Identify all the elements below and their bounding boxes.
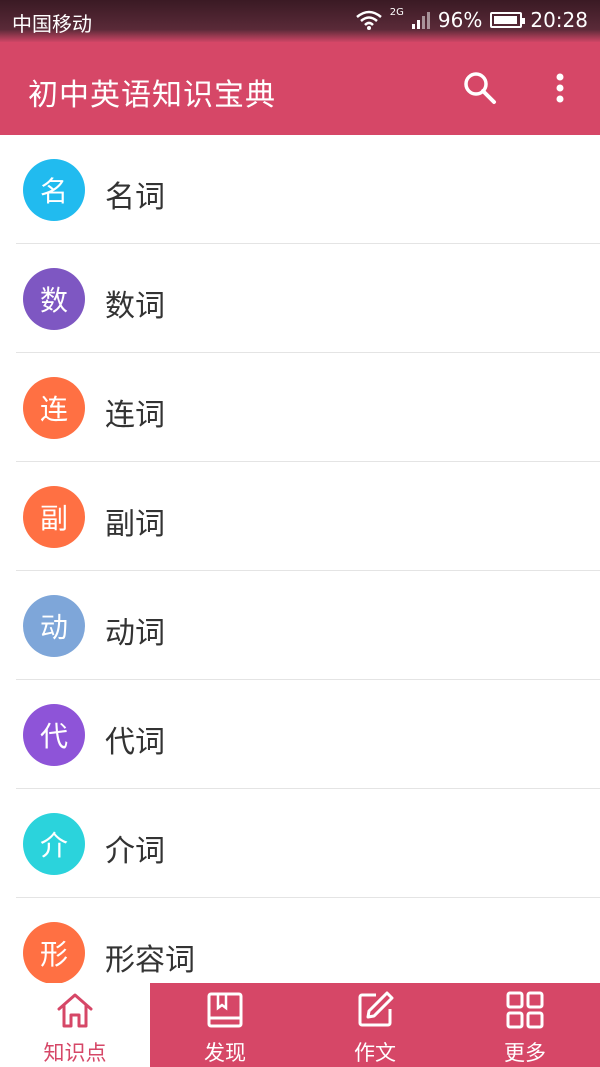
item-label: 介词 (105, 834, 165, 869)
item-badge: 介 (23, 813, 85, 875)
clock: 20:28 (530, 8, 588, 32)
grid-icon (506, 991, 544, 1029)
item-badge: 数 (23, 268, 85, 330)
item-label: 代词 (105, 725, 165, 760)
item-label: 动词 (105, 616, 165, 651)
list-item[interactable]: 连 连词 (0, 353, 600, 462)
search-icon[interactable] (462, 70, 498, 106)
category-list: 名 名词 数 数词 连 连词 副 副词 动 动词 代 代词 介 介词 形 形容词 (0, 135, 600, 983)
item-label: 形容词 (105, 943, 195, 978)
status-icons: 2G 96% 20:28 (355, 6, 588, 32)
tab-label: 作文 (354, 1041, 396, 1065)
wifi-icon (355, 10, 382, 30)
tab-label: 更多 (504, 1041, 546, 1065)
list-item[interactable]: 名 名词 (0, 135, 600, 244)
item-badge: 动 (23, 595, 85, 657)
item-label: 副词 (105, 507, 165, 542)
item-label: 连词 (105, 398, 165, 433)
tab-more[interactable]: 更多 (450, 983, 600, 1067)
carrier-name: 中国移动 (12, 12, 92, 36)
tab-discover[interactable]: 发现 (150, 983, 300, 1067)
list-item[interactable]: 代 代词 (0, 680, 600, 789)
app-bar: 初中英语知识宝典 (0, 42, 600, 135)
item-label: 数词 (105, 289, 165, 324)
list-item[interactable]: 动 动词 (0, 571, 600, 680)
battery-icon (490, 12, 526, 28)
list-item[interactable]: 数 数词 (0, 244, 600, 353)
list-item[interactable]: 介 介词 (0, 789, 600, 898)
item-badge: 代 (23, 704, 85, 766)
item-badge: 连 (23, 377, 85, 439)
item-label: 名词 (105, 180, 165, 215)
tab-knowledge[interactable]: 知识点 (0, 983, 150, 1067)
tab-composition[interactable]: 作文 (300, 983, 450, 1067)
list-item[interactable]: 形 形容词 (0, 898, 600, 983)
battery-percent: 96% (437, 8, 483, 32)
bottom-tab-bar: 知识点 发现 作文 更多 (0, 983, 600, 1067)
item-badge: 形 (23, 922, 85, 983)
page-title: 初中英语知识宝典 (28, 78, 276, 113)
book-icon (207, 992, 243, 1028)
signal-icon (411, 11, 430, 29)
item-badge: 副 (23, 486, 85, 548)
item-badge: 名 (23, 159, 85, 221)
edit-icon (358, 991, 394, 1027)
home-icon (57, 993, 93, 1028)
list-item[interactable]: 副 副词 (0, 462, 600, 571)
tab-label: 发现 (204, 1041, 246, 1065)
network-type: 2G (389, 6, 404, 18)
status-bar: 中国移动 2G 96% 20:28 (0, 0, 600, 42)
tab-label: 知识点 (43, 1041, 107, 1065)
more-vert-icon[interactable] (544, 70, 576, 106)
